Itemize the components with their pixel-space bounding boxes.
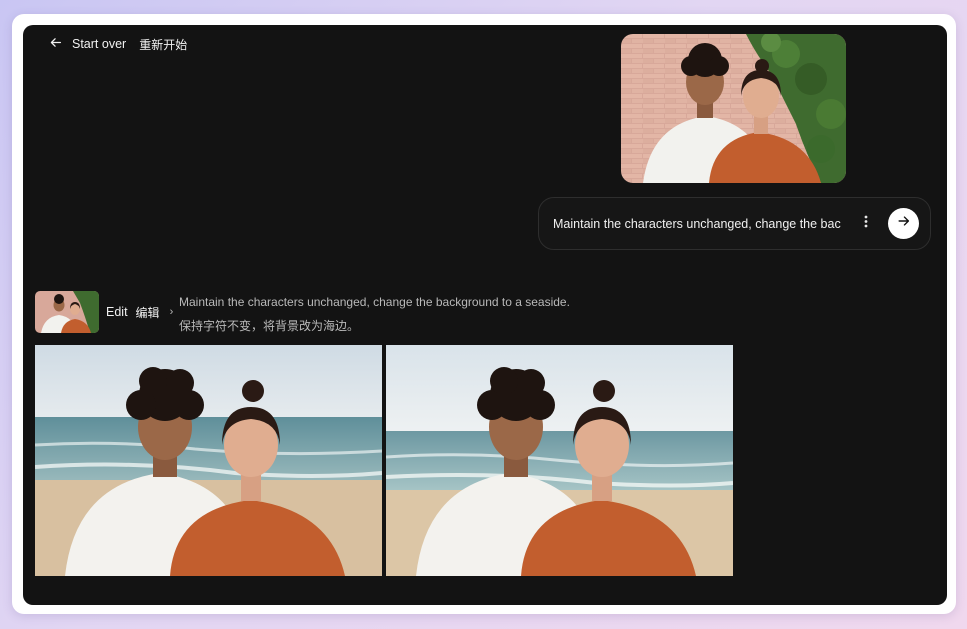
uploaded-photo[interactable] xyxy=(621,34,846,183)
result-image-1[interactable] xyxy=(35,345,382,576)
edit-label-group: Edit 编辑 › xyxy=(106,304,173,321)
edit-history-row[interactable]: Edit 编辑 › xyxy=(35,291,173,333)
edit-description: Maintain the characters unchanged, chang… xyxy=(179,290,570,338)
arrow-right-icon xyxy=(897,214,911,233)
edit-description-en: Maintain the characters unchanged, chang… xyxy=(179,295,570,309)
source-thumbnail[interactable] xyxy=(35,291,99,333)
prompt-input-bar: Maintain the characters unchanged, chang… xyxy=(538,197,931,250)
chevron-right-icon: › xyxy=(169,306,174,318)
send-button[interactable] xyxy=(888,208,919,239)
vertical-dots-icon xyxy=(864,215,868,233)
start-over-label-zh: 重新开始 xyxy=(139,37,188,52)
editor-app: Start over 重新开始 Maintain the characters … xyxy=(23,25,947,605)
start-over-label: Start over xyxy=(72,37,127,51)
start-over-link[interactable]: Start over 重新开始 xyxy=(49,35,187,53)
edit-label-zh: 编辑 xyxy=(135,305,160,320)
edit-label: Edit xyxy=(106,305,128,319)
more-options-button[interactable] xyxy=(857,215,875,233)
arrow-left-icon xyxy=(49,36,62,52)
edit-description-zh: 保持字符不变，将背景改为海边。 xyxy=(179,319,360,333)
prompt-input[interactable]: Maintain the characters unchanged, chang… xyxy=(553,217,848,231)
result-image-2[interactable] xyxy=(386,345,733,576)
